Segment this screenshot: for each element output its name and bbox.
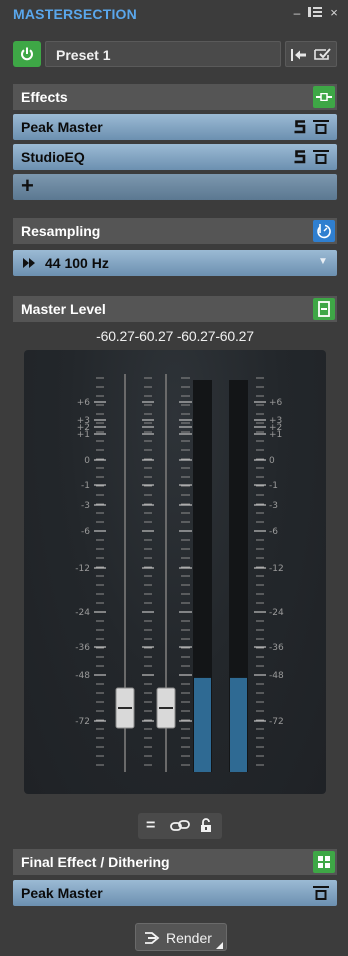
scale-label-right: -24 xyxy=(269,608,284,618)
render-button[interactable]: Render xyxy=(135,923,227,951)
sample-rate-icon xyxy=(23,258,35,268)
meter-toggle-icon xyxy=(318,301,330,317)
resampling-header[interactable]: Resampling xyxy=(13,218,337,244)
master-meter: +6 +6+3 +3+2 +2+1 +10 0-1 -1-3 -3-6 -6-12 -12-24-… xyxy=(75,374,284,772)
bypass-icon xyxy=(316,93,332,101)
final-effect-header[interactable]: Final Effect / Dithering xyxy=(13,849,337,875)
effect-slot-label: Peak Master xyxy=(21,119,103,135)
master-meter-panel: +6 +6 +3 +3 +2 +2 +1 +1 0 0 -1 -1 -3 -3 -6 -6 -12 -12 -24-… xyxy=(24,350,326,794)
scale-label-right: -1 xyxy=(269,481,278,491)
dropdown-corner-icon xyxy=(216,942,223,949)
effects-title: Effects xyxy=(21,89,68,105)
lock-open-icon[interactable] xyxy=(200,818,212,833)
meter-level-fill xyxy=(194,677,211,772)
scale-label-right: -72 xyxy=(269,717,284,727)
meter-toolbar: = xyxy=(138,813,222,839)
scale-label-left: -1 xyxy=(81,481,90,491)
bypass-slot-icon[interactable] xyxy=(313,149,329,165)
sample-rate-dropdown[interactable]: 44 100 Hz ▼ xyxy=(13,250,337,276)
preset-field[interactable]: Preset 1 xyxy=(45,41,281,67)
resampling-title: Resampling xyxy=(21,223,101,239)
add-effect-icon: + xyxy=(21,173,34,198)
title-bar: MASTERSECTION – × xyxy=(0,0,348,28)
scale-label-left: +1 xyxy=(77,430,90,440)
link-icon[interactable] xyxy=(170,819,190,833)
scale-label-right: -48 xyxy=(269,671,284,681)
scale-label-left: +6 xyxy=(77,398,91,408)
resampling-enable-button[interactable] xyxy=(313,220,335,242)
save-preset-icon[interactable] xyxy=(314,47,332,62)
final-effect-slot[interactable]: Peak Master xyxy=(13,880,337,906)
power-button[interactable] xyxy=(13,41,41,67)
render-label: Render xyxy=(166,930,212,946)
load-preset-icon[interactable] xyxy=(291,48,307,62)
minimize-icon[interactable]: – xyxy=(289,6,305,20)
add-effect-slot[interactable]: + xyxy=(13,174,337,200)
power-icon xyxy=(21,47,33,61)
master-level-title: Master Level xyxy=(21,301,106,317)
final-effect-bypass-button[interactable] xyxy=(313,851,335,873)
effect-slot-label: StudioEQ xyxy=(21,149,85,165)
scale-label-left: -6 xyxy=(81,527,90,537)
scale-label-right: -6 xyxy=(269,527,278,537)
scale-label-right: -12 xyxy=(269,564,284,574)
scale-label-left: 0 xyxy=(84,456,90,466)
effects-header[interactable]: Effects xyxy=(13,84,337,110)
grid-icon xyxy=(318,856,330,868)
solo-icon[interactable] xyxy=(293,119,307,135)
preset-actions xyxy=(285,41,337,67)
sample-rate-value: 44 100 Hz xyxy=(45,255,109,271)
bypass-slot-icon[interactable] xyxy=(313,885,329,901)
close-icon[interactable]: × xyxy=(326,6,342,20)
preset-name: Preset 1 xyxy=(56,47,111,63)
window-title: MASTERSECTION xyxy=(13,6,137,22)
layout-menu-icon[interactable] xyxy=(307,6,323,20)
render-icon xyxy=(145,932,160,944)
scale-label-left: -24 xyxy=(75,608,90,618)
scale-label-right: 0 xyxy=(269,456,275,466)
final-effect-title: Final Effect / Dithering xyxy=(21,854,170,870)
scale-label-left: -36 xyxy=(75,643,90,653)
scale-label-right: -3 xyxy=(269,501,278,511)
reset-faders-icon[interactable]: = xyxy=(146,817,155,835)
effect-slot-1[interactable]: Peak Master xyxy=(13,114,337,140)
effects-bypass-button[interactable] xyxy=(313,86,335,108)
solo-icon[interactable] xyxy=(293,149,307,165)
scale-label-left: -48 xyxy=(75,671,90,681)
scale-label-left: -12 xyxy=(75,564,90,574)
scale-label-right: -36 xyxy=(269,643,284,653)
bypass-slot-icon[interactable] xyxy=(313,119,329,135)
meter-level-fill xyxy=(230,677,247,772)
effect-slot-2[interactable]: StudioEQ xyxy=(13,144,337,170)
master-level-bypass-button[interactable] xyxy=(313,298,335,320)
scale-label-left: -72 xyxy=(75,717,90,727)
scale-label-right: +6 xyxy=(269,398,283,408)
scale-label-left: -3 xyxy=(81,501,90,511)
resampling-icon xyxy=(317,224,331,239)
peak-readout: -60.27-60.27 -60.27-60.27 xyxy=(96,328,254,344)
final-effect-slot-label: Peak Master xyxy=(21,885,103,901)
scale-label-right: +1 xyxy=(269,430,282,440)
master-level-header[interactable]: Master Level xyxy=(13,296,337,322)
chevron-down-icon: ▼ xyxy=(318,256,328,267)
